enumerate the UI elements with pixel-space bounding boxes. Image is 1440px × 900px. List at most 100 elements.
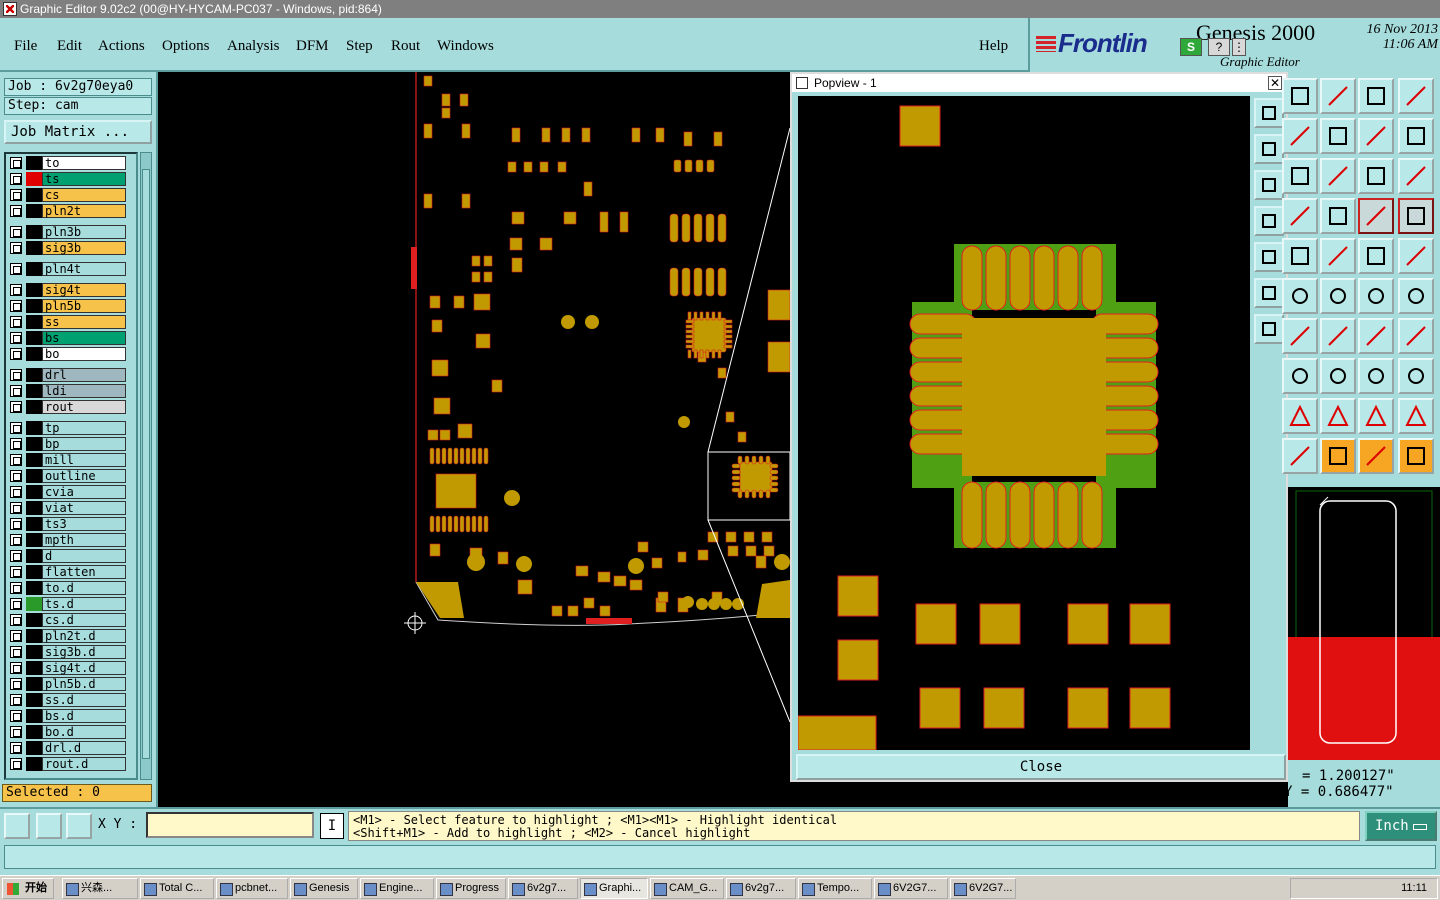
layer-name[interactable]: pln5b xyxy=(42,299,126,313)
pad[interactable] xyxy=(681,267,691,297)
pad[interactable] xyxy=(769,463,779,469)
popview-zoom-view[interactable] xyxy=(797,96,1250,751)
rout-tab[interactable] xyxy=(586,618,632,624)
layer-row-ts[interactable]: ts xyxy=(8,172,126,186)
layer-row-bs-d[interactable]: bs.d xyxy=(8,709,126,723)
pad[interactable] xyxy=(731,487,741,493)
pad[interactable] xyxy=(441,107,451,119)
pad[interactable] xyxy=(731,475,741,481)
taskbar-item[interactable]: Genesis xyxy=(290,878,358,899)
pad[interactable] xyxy=(737,431,747,443)
pad[interactable] xyxy=(693,213,703,243)
pad[interactable] xyxy=(557,161,567,173)
layer-name[interactable]: sig4t.d xyxy=(42,661,126,675)
unit-selector[interactable]: Inch xyxy=(1365,811,1437,841)
taskbar-item[interactable]: Engine... xyxy=(360,878,434,899)
pad[interactable] xyxy=(737,455,743,465)
outline-icon[interactable] xyxy=(1398,238,1434,274)
layer-color-swatch[interactable] xyxy=(26,437,42,451)
layer-checkbox[interactable] xyxy=(10,694,22,706)
pad[interactable] xyxy=(447,447,453,465)
pad[interactable] xyxy=(457,423,473,439)
layer-checkbox[interactable] xyxy=(10,726,22,738)
taskbar-item[interactable]: CAM_G... xyxy=(650,878,724,899)
pad[interactable] xyxy=(693,311,698,321)
angle-icon[interactable] xyxy=(1282,318,1318,354)
cross-icon[interactable] xyxy=(1320,278,1356,314)
pad[interactable] xyxy=(511,257,523,273)
layer-checkbox[interactable] xyxy=(10,550,22,562)
pad[interactable] xyxy=(797,715,877,751)
layer-color-swatch[interactable] xyxy=(26,188,42,202)
layer-color-swatch[interactable] xyxy=(26,421,42,435)
layer-checkbox[interactable] xyxy=(10,157,22,169)
layer-name[interactable]: drl xyxy=(42,368,126,382)
layer-list-scrollbar[interactable] xyxy=(140,152,152,780)
layer-color-swatch[interactable] xyxy=(26,517,42,531)
layer-checkbox[interactable] xyxy=(10,173,22,185)
pad[interactable] xyxy=(511,127,521,143)
layer-name[interactable]: pln4t xyxy=(42,262,126,276)
pad[interactable] xyxy=(435,473,477,509)
layer-color-swatch[interactable] xyxy=(26,156,42,170)
pad[interactable] xyxy=(597,571,611,583)
layer-name[interactable]: cs.d xyxy=(42,613,126,627)
xy-input[interactable] xyxy=(146,812,314,838)
pad[interactable] xyxy=(717,311,722,321)
layer-row-ts3[interactable]: ts3 xyxy=(8,517,126,531)
pad[interactable] xyxy=(471,447,477,465)
layer-checkbox[interactable] xyxy=(10,518,22,530)
layer-checkbox[interactable] xyxy=(10,242,22,254)
layer-checkbox[interactable] xyxy=(10,598,22,610)
layer-color-swatch[interactable] xyxy=(26,629,42,643)
pad[interactable] xyxy=(683,131,693,147)
pad[interactable] xyxy=(471,515,477,533)
scale-icon[interactable] xyxy=(1358,158,1394,194)
pad[interactable] xyxy=(758,489,764,499)
pan-right-icon[interactable] xyxy=(1254,242,1284,272)
pad[interactable] xyxy=(717,267,727,297)
pad[interactable] xyxy=(483,447,489,465)
triangle-icon[interactable] xyxy=(1282,398,1318,434)
pad[interactable] xyxy=(717,213,727,243)
qfn-lead-top[interactable] xyxy=(985,245,1007,311)
layer-color-swatch[interactable] xyxy=(26,485,42,499)
pad[interactable] xyxy=(613,575,627,587)
pad[interactable] xyxy=(755,555,767,569)
layer-color-swatch[interactable] xyxy=(26,677,42,691)
pad[interactable] xyxy=(769,475,779,481)
layer-color-swatch[interactable] xyxy=(26,241,42,255)
arc-icon[interactable] xyxy=(1358,318,1394,354)
pad[interactable] xyxy=(769,481,779,487)
pad[interactable] xyxy=(441,515,447,533)
pad[interactable] xyxy=(651,557,663,569)
pad[interactable] xyxy=(711,349,716,359)
layer-color-swatch[interactable] xyxy=(26,709,42,723)
layer-name[interactable]: mill xyxy=(42,453,126,467)
home-icon[interactable] xyxy=(1358,78,1394,114)
pad[interactable] xyxy=(439,429,451,441)
menu-dfm[interactable]: DFM xyxy=(296,38,329,55)
pad[interactable] xyxy=(837,575,879,617)
save-icon[interactable] xyxy=(1320,78,1356,114)
slash-icon[interactable] xyxy=(1320,318,1356,354)
menu-analysis[interactable]: Analysis xyxy=(227,38,280,55)
overview-map-drawing[interactable] xyxy=(1288,487,1440,761)
layer-color-swatch[interactable] xyxy=(26,283,42,297)
layer-name[interactable]: ts3 xyxy=(42,517,126,531)
layer-red2-icon[interactable] xyxy=(1398,198,1434,234)
popview-close-button[interactable]: Close xyxy=(796,754,1286,780)
help-icon[interactable]: ? xyxy=(1208,38,1230,56)
layer-row-ldi[interactable]: ldi xyxy=(8,384,126,398)
dimension-icon[interactable] xyxy=(1358,358,1394,394)
pad[interactable] xyxy=(769,469,779,475)
pad[interactable] xyxy=(461,123,471,139)
line-node-icon[interactable] xyxy=(1358,278,1394,314)
layer-row-viat[interactable]: viat xyxy=(8,501,126,515)
pan-icon[interactable] xyxy=(1282,118,1318,154)
layer-name[interactable]: ldi xyxy=(42,384,126,398)
layer-name[interactable]: to xyxy=(42,156,126,170)
qfn-thermal-pad[interactable] xyxy=(962,318,1106,476)
layer-color-swatch[interactable] xyxy=(26,757,42,771)
pad[interactable] xyxy=(837,639,879,681)
